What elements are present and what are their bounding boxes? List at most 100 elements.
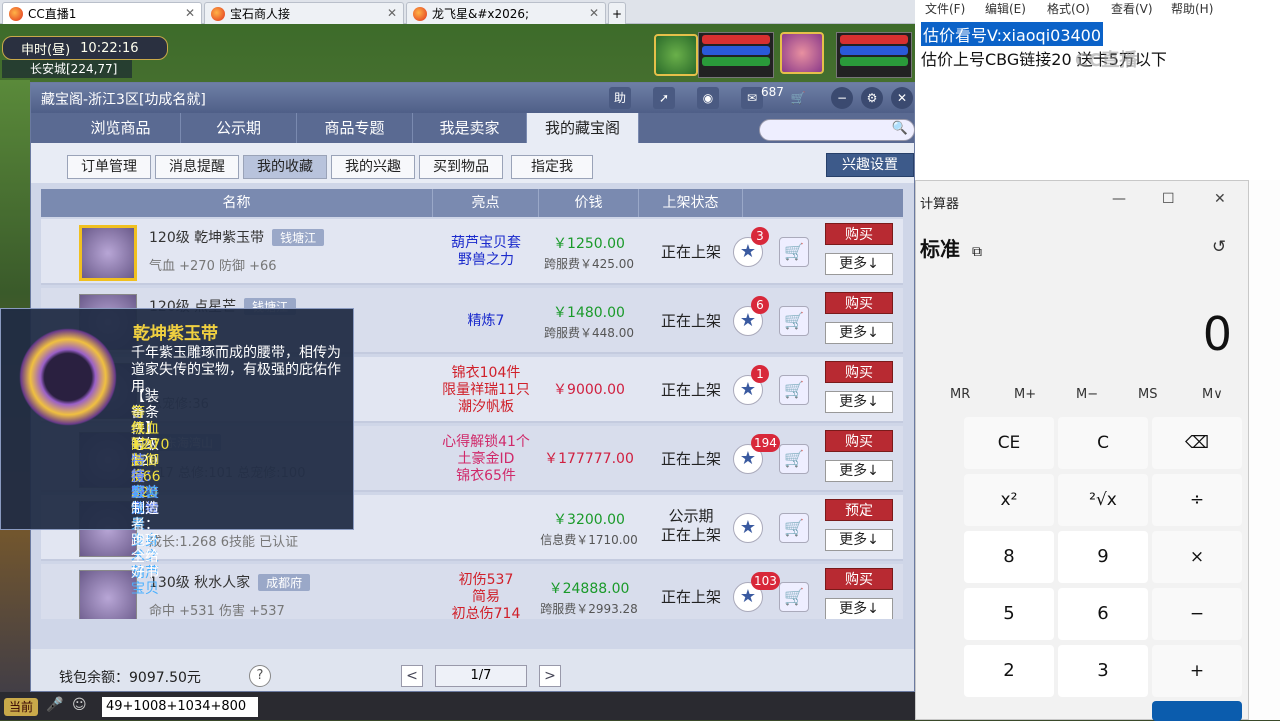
subtab-favorites[interactable]: 我的收藏 <box>243 155 327 179</box>
digit-8-button[interactable]: 8 <box>964 531 1054 583</box>
clear-button[interactable]: C <box>1058 417 1148 469</box>
buy-button[interactable]: 购买 <box>825 430 893 452</box>
cart-icon[interactable]: 🛒 <box>779 375 809 405</box>
subtab-bought[interactable]: 买到物品 <box>419 155 503 179</box>
multiply-button[interactable]: × <box>1152 531 1242 583</box>
digit-5-button[interactable]: 5 <box>964 588 1054 640</box>
mem-recall-button[interactable]: MR <box>950 387 970 402</box>
next-page-button[interactable]: > <box>539 665 561 687</box>
mem-store-button[interactable]: MS <box>1138 387 1157 402</box>
table-row[interactable]: 130级 秋水人家 成都府 命中 +531 伤害 +537 初伤537 简易 初总伤714… <box>41 564 903 619</box>
cart-icon[interactable]: 🛒 <box>779 513 809 543</box>
close-icon[interactable]: ✕ <box>891 87 913 109</box>
record-icon[interactable]: ◉ <box>697 87 719 109</box>
subtab-designated[interactable]: 指定我 <box>511 155 593 179</box>
keep-on-top-icon[interactable]: ⧉ <box>972 244 982 260</box>
history-icon[interactable]: ↺ <box>1212 237 1226 257</box>
equals-button[interactable] <box>1152 701 1242 721</box>
digit-2-button[interactable]: 2 <box>964 645 1054 697</box>
menu-view[interactable]: 查看(V) <box>1111 0 1153 17</box>
tab-seller[interactable]: 我是卖家 <box>413 113 527 143</box>
close-icon[interactable]: ✕ <box>387 6 397 20</box>
notepad-line-1[interactable]: 估价看号V:xiaoqi03400 <box>921 22 1104 46</box>
mic-icon[interactable]: 🎤 <box>46 697 66 717</box>
divide-button[interactable]: ÷ <box>1152 474 1242 526</box>
more-button[interactable]: 更多↓ <box>825 322 893 344</box>
maximize-icon[interactable]: ☐ <box>1162 191 1175 207</box>
close-icon[interactable]: ✕ <box>1214 191 1226 207</box>
buy-button[interactable]: 预定 <box>825 499 893 521</box>
item-price: ￥1250.00 <box>553 236 625 252</box>
help-icon[interactable]: ? <box>249 665 271 687</box>
col-highlight[interactable]: 亮点 <box>433 189 539 217</box>
col-name[interactable]: 名称 <box>41 189 433 217</box>
calculator-mode[interactable]: 标准 ⧉ <box>920 233 982 262</box>
more-button[interactable]: 更多↓ <box>825 253 893 275</box>
tab-topics[interactable]: 商品专题 <box>297 113 413 143</box>
more-button[interactable]: 更多↓ <box>825 598 893 619</box>
browser-tab-1[interactable]: CC直播1 ✕ <box>2 2 202 24</box>
buy-button[interactable]: 购买 <box>825 361 893 383</box>
clear-entry-button[interactable]: CE <box>964 417 1054 469</box>
search-input[interactable]: 🔍 <box>759 119 915 141</box>
share-icon[interactable]: ➚ <box>653 87 675 109</box>
buy-button[interactable]: 购买 <box>825 568 893 590</box>
col-status[interactable]: 上架状态 <box>639 189 743 217</box>
help-button[interactable]: 助 <box>609 87 631 109</box>
cart-icon[interactable]: 🛒 <box>779 444 809 474</box>
subtab-orders[interactable]: 订单管理 <box>67 155 151 179</box>
digit-9-button[interactable]: 9 <box>1058 531 1148 583</box>
digit-3-button[interactable]: 3 <box>1058 645 1148 697</box>
interest-settings-button[interactable]: 兴趣设置 <box>826 153 914 177</box>
new-tab-button[interactable]: + <box>608 2 626 24</box>
browser-tab-2[interactable]: 宝石商人接 ✕ <box>204 2 404 24</box>
cart-icon[interactable]: 🛒 <box>787 87 809 109</box>
cc-favicon-icon <box>9 6 23 21</box>
minus-button[interactable]: − <box>1152 588 1242 640</box>
buy-button[interactable]: 购买 <box>825 223 893 245</box>
pet-avatar[interactable] <box>654 34 698 76</box>
message-icon[interactable]: ✉ <box>741 87 763 109</box>
prev-page-button[interactable]: < <box>401 665 423 687</box>
settings-gear-icon[interactable]: ⚙ <box>861 87 883 109</box>
star-icon[interactable]: ★ <box>733 513 763 543</box>
cart-icon[interactable]: 🛒 <box>779 237 809 267</box>
more-button[interactable]: 更多↓ <box>825 391 893 413</box>
cart-icon[interactable]: 🛒 <box>779 306 809 336</box>
square-button[interactable]: x² <box>964 474 1054 526</box>
more-button[interactable]: 更多↓ <box>825 529 893 551</box>
tab-public[interactable]: 公示期 <box>181 113 297 143</box>
mem-list-button[interactable]: M∨ <box>1202 387 1223 402</box>
chat-channel-button[interactable]: 当前 <box>4 698 38 716</box>
buy-button[interactable]: 购买 <box>825 292 893 314</box>
close-icon[interactable]: ✕ <box>185 6 195 20</box>
subtab-messages[interactable]: 消息提醒 <box>155 155 239 179</box>
item-thumbnail[interactable] <box>79 570 137 619</box>
close-icon[interactable]: ✕ <box>589 6 599 20</box>
minimize-icon[interactable]: — <box>1112 191 1126 207</box>
player-avatar[interactable] <box>780 32 824 74</box>
menu-help[interactable]: 帮助(H) <box>1171 0 1213 17</box>
tab-browse[interactable]: 浏览商品 <box>61 113 181 143</box>
more-button[interactable]: 更多↓ <box>825 460 893 482</box>
item-thumbnail[interactable] <box>79 225 137 281</box>
table-row[interactable]: 120级 乾坤紫玉带 钱塘江 气血 +270 防御 +66 葫芦宝贝套 野兽之力 ￥125… <box>41 219 903 285</box>
plus-button[interactable]: + <box>1152 645 1242 697</box>
emoji-icon[interactable]: ☺ <box>72 697 92 717</box>
browser-tab-3[interactable]: 龙飞星&#x2026; ✕ <box>406 2 606 24</box>
col-price[interactable]: 价钱 <box>539 189 639 217</box>
tab-my-pavilion[interactable]: 我的藏宝阁 <box>527 113 639 143</box>
menu-file[interactable]: 文件(F) <box>925 0 965 17</box>
menu-edit[interactable]: 编辑(E) <box>985 0 1026 17</box>
search-icon[interactable]: 🔍 <box>892 121 908 136</box>
chat-input[interactable]: 49+1008+1034+800 <box>102 697 258 717</box>
cube-root-button[interactable]: ²√x <box>1058 474 1148 526</box>
subtab-interests[interactable]: 我的兴趣 <box>331 155 415 179</box>
cart-icon[interactable]: 🛒 <box>779 582 809 612</box>
mem-add-button[interactable]: M+ <box>1014 387 1036 402</box>
minimize-icon[interactable]: − <box>831 87 853 109</box>
menu-format[interactable]: 格式(O) <box>1047 0 1090 17</box>
digit-6-button[interactable]: 6 <box>1058 588 1148 640</box>
mem-subtract-button[interactable]: M− <box>1076 387 1098 402</box>
backspace-button[interactable]: ⌫ <box>1152 417 1242 469</box>
